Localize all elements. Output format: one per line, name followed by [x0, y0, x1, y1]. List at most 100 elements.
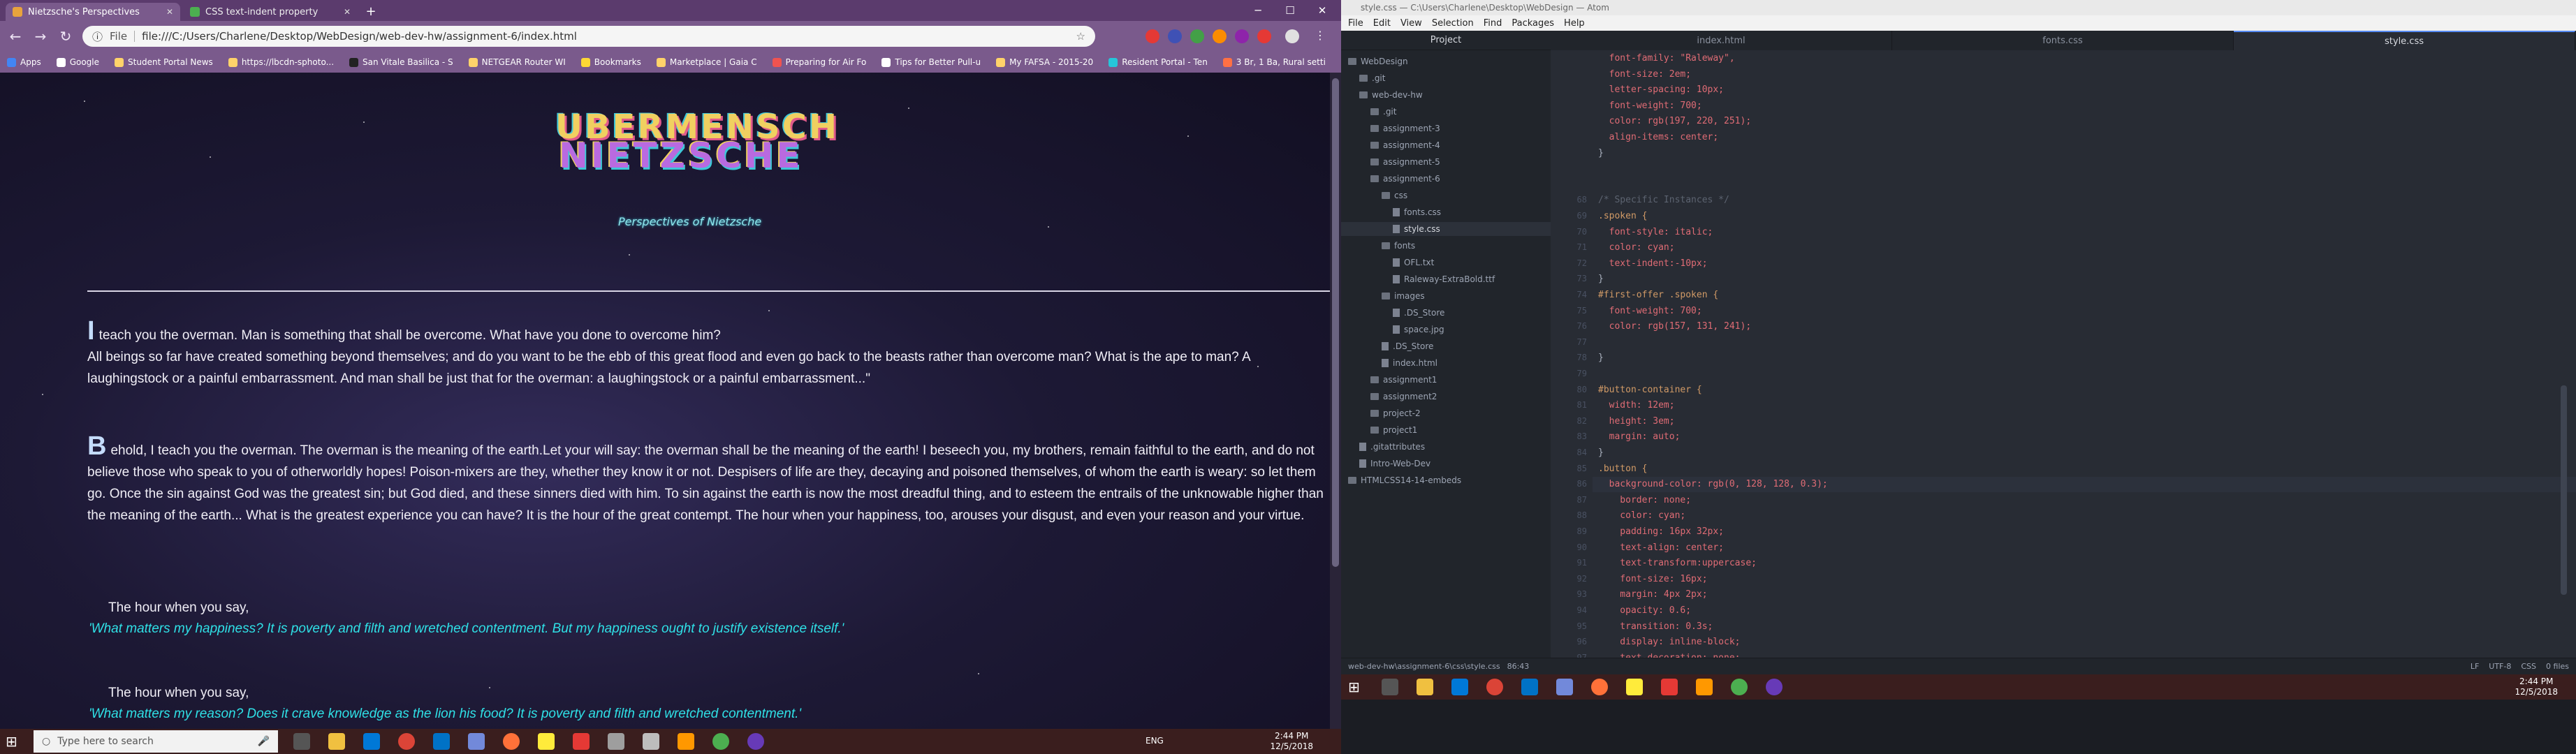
extension-icon[interactable]: [1257, 29, 1271, 43]
tree-file[interactable]: OFL.txt: [1341, 256, 1551, 269]
app-icon[interactable]: [608, 733, 624, 750]
tree-file[interactable]: index.html: [1341, 356, 1551, 370]
illustrator-icon[interactable]: [678, 733, 694, 750]
firefox-icon[interactable]: [503, 733, 520, 750]
back-arrow-icon[interactable]: ←: [6, 27, 25, 46]
tree-file[interactable]: space.jpg: [1341, 323, 1551, 337]
menu-packages[interactable]: Packages: [1512, 18, 1554, 29]
extension-icon[interactable]: [1168, 29, 1182, 43]
app-icon[interactable]: [643, 733, 659, 750]
editor-scrollbar[interactable]: [2559, 50, 2569, 658]
page-viewport[interactable]: UBERMENSCH NIETZSCHE Perspectives of Nie…: [0, 73, 1341, 729]
tree-folder[interactable]: WebDesign: [1341, 54, 1551, 68]
tree-folder[interactable]: assignment2: [1341, 390, 1551, 404]
store-icon[interactable]: [363, 733, 380, 750]
tree-file[interactable]: .DS_Store: [1341, 306, 1551, 320]
bookmark-item[interactable]: NETGEAR Router WI: [468, 57, 566, 67]
status-encoding[interactable]: UTF-8: [2489, 662, 2511, 671]
close-icon[interactable]: ✕: [166, 7, 173, 17]
code-editor[interactable]: 68 69 70 71 72 73 74 75 76 77 78 79 80 81 82 83 84 85 86 87…: [1551, 50, 2576, 658]
status-git-files[interactable]: 0 files: [2546, 662, 2569, 671]
tab-fonts-css[interactable]: fonts.css: [1892, 31, 2234, 50]
bookmark-item[interactable]: Resident Portal - Ten: [1108, 57, 1208, 67]
chrome-icon[interactable]: [398, 733, 415, 750]
windows-start-icon[interactable]: ⊞: [1348, 679, 1360, 695]
sticky-notes-icon[interactable]: [538, 733, 555, 750]
tree-folder[interactable]: images: [1341, 289, 1551, 303]
atom-icon[interactable]: [747, 733, 764, 750]
address-bar[interactable]: ⓘ File file:///C:/Users/Charlene/Desktop…: [82, 26, 1095, 47]
reload-icon[interactable]: ↻: [56, 27, 75, 46]
tree-folder[interactable]: .git: [1341, 71, 1551, 85]
mail-icon[interactable]: [433, 733, 450, 750]
atom-icon[interactable]: [1766, 679, 1783, 695]
illustrator-icon[interactable]: [1696, 679, 1713, 695]
taskbar-clock[interactable]: 2:44 PM 12/5/2018: [2515, 677, 2558, 697]
bookmark-item[interactable]: https://lbcdn-sphoto...: [228, 57, 334, 67]
tree-file[interactable]: fonts.css: [1341, 205, 1551, 219]
bookmark-item[interactable]: Preparing for Air Fo: [772, 57, 866, 67]
close-icon[interactable]: ✕: [344, 7, 351, 17]
app-icon[interactable]: [573, 733, 590, 750]
tree-folder[interactable]: assignment-3: [1341, 121, 1551, 135]
chrome-icon[interactable]: [1486, 679, 1503, 695]
status-cursor-position[interactable]: 86:43: [1507, 662, 1530, 671]
menu-view[interactable]: View: [1400, 18, 1422, 29]
tab-index-html[interactable]: index.html: [1551, 31, 1892, 50]
file-explorer-icon[interactable]: [1417, 679, 1433, 695]
task-view-icon[interactable]: [1382, 679, 1398, 695]
bookmark-item[interactable]: Apps: [7, 57, 41, 67]
maximize-icon[interactable]: ☐: [1274, 0, 1306, 21]
language-indicator[interactable]: ENG: [1146, 736, 1164, 746]
bookmark-item[interactable]: San Vitale Basilica - S: [349, 57, 453, 67]
forward-arrow-icon[interactable]: →: [31, 27, 50, 46]
minimize-icon[interactable]: ─: [1242, 0, 1274, 21]
tree-folder[interactable]: assignment1: [1341, 373, 1551, 387]
task-view-icon[interactable]: [293, 733, 310, 750]
status-file-path[interactable]: web-dev-hw\assignment-6\css\style.css: [1348, 662, 1500, 671]
bookmark-item[interactable]: Tips for Better Pull-u: [881, 57, 981, 67]
windows-start-icon[interactable]: ⊞: [6, 733, 24, 750]
scrollbar-thumb[interactable]: [2561, 385, 2567, 595]
tree-file[interactable]: Intro-Web-Dev: [1341, 457, 1551, 471]
menu-help[interactable]: Help: [1564, 18, 1585, 29]
microphone-icon[interactable]: 🎤: [258, 736, 270, 747]
tab-nietzsche[interactable]: Nietzsche's Perspectives ✕: [6, 3, 180, 21]
extension-icon[interactable]: [1190, 29, 1204, 43]
bookmark-item[interactable]: 3 Br, 1 Ba, Rural setti: [1222, 57, 1326, 67]
tree-folder[interactable]: project1: [1341, 423, 1551, 437]
tree-folder[interactable]: web-dev-hw: [1341, 88, 1551, 102]
tab-style-css[interactable]: style.css: [2234, 31, 2575, 50]
firefox-icon[interactable]: [1591, 679, 1608, 695]
discord-icon[interactable]: [468, 733, 485, 750]
tree-folder[interactable]: HTMLCSS14-14-embeds: [1341, 473, 1551, 487]
menu-kebab-icon[interactable]: ⋮: [1313, 29, 1327, 43]
taskbar-clock[interactable]: 2:44 PM 12/5/2018: [1270, 731, 1313, 752]
discord-icon[interactable]: [1556, 679, 1573, 695]
profile-avatar-icon[interactable]: [1285, 29, 1299, 43]
page-scrollbar[interactable]: [1330, 73, 1341, 729]
info-icon[interactable]: ⓘ: [92, 29, 103, 44]
tree-file[interactable]: .gitattributes: [1341, 440, 1551, 454]
tree-folder[interactable]: .git: [1341, 105, 1551, 119]
tree-folder[interactable]: project-2: [1341, 406, 1551, 420]
bookmark-item[interactable]: My FAFSA - 2015-20: [996, 57, 1093, 67]
tree-file[interactable]: style.css: [1341, 222, 1551, 236]
extension-icon[interactable]: [1235, 29, 1249, 43]
bookmark-item[interactable]: Google: [56, 57, 99, 67]
tree-folder[interactable]: assignment-6: [1341, 172, 1551, 186]
bookmark-item[interactable]: Bookmarks: [580, 57, 641, 67]
tree-folder[interactable]: fonts: [1341, 239, 1551, 253]
tree-folder[interactable]: assignment-5: [1341, 155, 1551, 169]
extension-icon[interactable]: [1146, 29, 1159, 43]
extension-icon[interactable]: [1213, 29, 1227, 43]
tab-css-text-indent[interactable]: CSS text-indent property ✕: [183, 3, 358, 21]
taskbar-search-input[interactable]: ○ Type here to search 🎤: [34, 730, 278, 753]
scrollbar-thumb[interactable]: [1332, 78, 1339, 567]
tree-file[interactable]: .DS_Store: [1341, 339, 1551, 353]
menu-find[interactable]: Find: [1484, 18, 1502, 29]
tree-file[interactable]: Raleway-ExtraBold.ttf: [1341, 272, 1551, 286]
menu-selection[interactable]: Selection: [1432, 18, 1474, 29]
file-explorer-icon[interactable]: [328, 733, 345, 750]
tree-folder[interactable]: assignment-4: [1341, 138, 1551, 152]
